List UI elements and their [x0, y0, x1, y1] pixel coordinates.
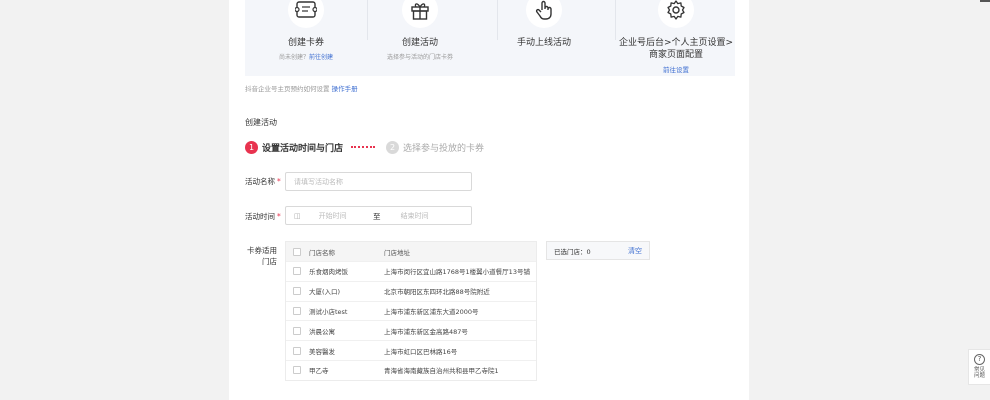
store-table: 门店名称 门店地址 乐食烟肉烤饭 上海市闵行区宜山路1768号1楼翼小道餐厅13…	[285, 241, 537, 381]
step-number-2: 2	[386, 140, 400, 154]
row-checkbox[interactable]	[293, 306, 301, 315]
column-header-name: 门店名称	[309, 248, 335, 257]
stepper-dotted-line	[351, 146, 376, 148]
row-checkbox[interactable]	[293, 287, 301, 296]
window-corner-bar	[980, 0, 990, 2]
faq-float-button[interactable]: ? 常见问题	[968, 349, 990, 385]
stepper-label-1: 设置活动时间与门店	[262, 143, 344, 154]
row-checkbox[interactable]	[293, 346, 301, 355]
table-row[interactable]: 乐食烟肉烤饭 上海市闵行区宜山路1768号1楼翼小道餐厅13号铺	[286, 261, 536, 281]
table-row[interactable]: 美容醫发 上海市虹口区巴林路16号	[286, 340, 536, 360]
store-name: 洪晨公寓	[309, 327, 335, 336]
stores-label: 卡券适用 门店	[243, 245, 277, 267]
process-steps: 创建卡券 尚未创建？前往创建 创建活动 选择参与活动的门店卡券 手动上线活动 企…	[245, 0, 735, 76]
faq-label: 常见问题	[973, 367, 985, 379]
step-subtitle: 选择参与活动的门店卡券	[386, 54, 453, 61]
step-divider	[615, 0, 616, 40]
step-title: 创建卡券	[287, 38, 324, 48]
store-address: 上海市浦东新区浦东大道2000号	[384, 307, 479, 316]
step-title: 创建活动	[401, 38, 438, 48]
table-header: 门店名称 门店地址	[286, 242, 536, 261]
store-name: 乐食烟肉烤饭	[309, 268, 348, 277]
manual-link[interactable]: 操作手册	[332, 85, 358, 93]
question-icon: ?	[974, 354, 985, 365]
go-settings-link[interactable]: 前往设置	[615, 64, 737, 74]
hint-text: 抖音企业号主页预约如何设置	[245, 85, 330, 93]
label-text: 活动时间	[245, 212, 275, 221]
row-checkbox[interactable]	[293, 267, 301, 276]
coupon-icon	[288, 0, 324, 28]
form-stepper: 1 设置活动时间与门店 2 选择参与投放的卡券	[245, 139, 484, 155]
step-divider	[497, 0, 498, 40]
selected-stores-panel: 已选门店：0 清空	[546, 241, 650, 260]
store-address: 青海省海南藏族自治州共和县甲乙寺院1	[384, 367, 499, 376]
label-text: 活动名称	[245, 177, 275, 186]
table-row[interactable]: 大厦(入口) 北京市朝阳区东四环北路88号院附近	[286, 280, 536, 301]
activity-name-label: 活动名称 *	[245, 176, 281, 187]
activity-name-input[interactable]: 请填写活动名称	[285, 172, 472, 191]
table-row[interactable]: 洪晨公寓 上海市浦东新区金高路487号	[286, 320, 536, 340]
table-row[interactable]: 甲乙寺 青海省海南藏族自治州共和县甲乙寺院1	[286, 359, 536, 380]
section-title: 创建活动	[245, 118, 277, 127]
calendar-icon: ◫	[294, 211, 301, 220]
select-all-checkbox[interactable]	[293, 247, 301, 256]
required-mark: *	[277, 177, 281, 186]
hint-line: 抖音企业号主页预约如何设置 操作手册	[245, 83, 358, 93]
gift-icon	[402, 0, 438, 28]
store-name: 甲乙寺	[309, 367, 329, 376]
step-number-1: 1	[245, 140, 258, 154]
label-line-1: 卡券适用	[247, 246, 277, 255]
store-address: 上海市闵行区宜山路1768号1楼翼小道餐厅13号铺	[384, 268, 530, 277]
go-create-link[interactable]: 前往创建	[309, 54, 333, 61]
main-panel: 创建卡券 尚未创建？前往创建 创建活动 选择参与活动的门店卡券 手动上线活动 企…	[229, 0, 749, 400]
stepper-label-2: 选择参与投放的卡券	[403, 143, 485, 154]
store-address: 上海市浦东新区金高路487号	[384, 327, 468, 336]
clear-button[interactable]: 清空	[628, 246, 642, 256]
store-address: 上海市虹口区巴林路16号	[384, 347, 458, 356]
date-range-separator: 至	[373, 212, 381, 221]
label-line-2: 门店	[262, 257, 277, 266]
store-address: 北京市朝阳区东四环北路88号院附近	[384, 288, 490, 297]
step-sub-text: 尚未创建？	[278, 54, 309, 61]
row-checkbox[interactable]	[293, 366, 301, 375]
end-time-input[interactable]: 结束时间	[401, 211, 429, 221]
store-name: 大厦(入口)	[309, 288, 341, 297]
step-subtitle: 尚未创建？前往创建	[245, 52, 367, 61]
selected-count: 已选门店：0	[554, 247, 591, 256]
step-title: 手动上线活动	[516, 38, 571, 48]
row-checkbox[interactable]	[293, 326, 301, 335]
step-divider	[367, 0, 368, 40]
column-header-address: 门店地址	[384, 248, 410, 257]
required-mark: *	[277, 212, 281, 221]
activity-time-label: 活动时间 *	[245, 211, 281, 222]
step-title: 企业号后台>个人主页设置>商家页面配置	[618, 38, 734, 60]
store-name: 测试小店test	[309, 307, 348, 316]
table-row[interactable]: 测试小店test 上海市浦东新区浦东大道2000号	[286, 300, 536, 321]
store-name: 美容醫发	[309, 347, 335, 356]
hand-pointer-icon	[526, 0, 562, 28]
start-time-input[interactable]: 开始时间	[319, 211, 367, 221]
gear-icon	[658, 0, 694, 28]
input-placeholder: 请填写活动名称	[294, 177, 343, 186]
